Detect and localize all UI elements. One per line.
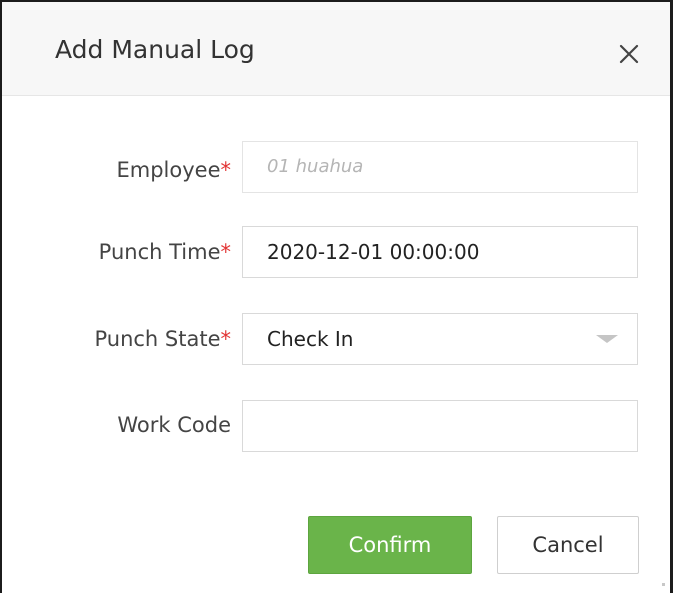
punch-time-field[interactable]: 2020-12-01 00:00:00: [242, 226, 638, 278]
confirm-button[interactable]: Confirm: [308, 516, 472, 574]
employee-label: Employee*: [116, 156, 231, 184]
work-code-field[interactable]: [242, 400, 638, 452]
punch-state-required-mark: *: [220, 327, 232, 351]
punch-time-value: 2020-12-01 00:00:00: [267, 240, 480, 264]
work-code-label-text: Work Code: [117, 413, 231, 437]
punch-state-label-text: Punch State: [94, 327, 221, 351]
caret-down-icon[interactable]: [596, 335, 618, 343]
employee-field[interactable]: 01 huahua: [242, 141, 638, 193]
work-code-label: Work Code: [117, 411, 231, 439]
punch-state-selected: Check In: [267, 327, 354, 351]
punch-state-label: Punch State*: [94, 325, 231, 353]
close-icon: [619, 44, 639, 64]
dialog-header: Add Manual Log: [2, 2, 670, 96]
cancel-button[interactable]: Cancel: [497, 516, 639, 574]
close-button[interactable]: [611, 36, 647, 72]
add-manual-log-dialog: Add Manual Log Employee* 01 huahua Punch…: [0, 0, 673, 593]
resize-handle[interactable]: [662, 583, 665, 586]
employee-label-text: Employee: [116, 158, 221, 182]
dialog-title: Add Manual Log: [55, 35, 255, 64]
punch-state-select[interactable]: Check In: [242, 313, 638, 365]
punch-time-required-mark: *: [220, 240, 232, 264]
punch-time-label: Punch Time*: [99, 238, 231, 266]
punch-time-label-text: Punch Time: [98, 240, 221, 264]
employee-placeholder: 01 huahua: [267, 156, 364, 177]
employee-required-mark: *: [220, 158, 232, 182]
